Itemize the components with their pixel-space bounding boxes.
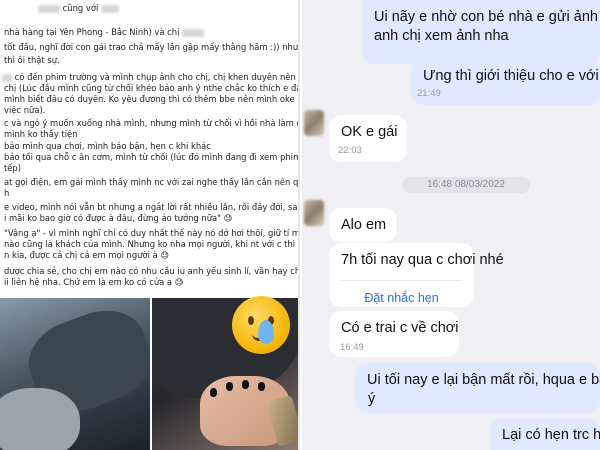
outgoing-message: Ui nãy e nhờ con bé nhà e gửi ảnh hộ, an…	[362, 0, 600, 64]
incoming-message: 7h tối nay qua c chơi nhé Đặt nhắc hẹn	[329, 243, 504, 308]
photo-fabric	[0, 388, 80, 450]
message-text: Có e trai c về chơi	[341, 320, 459, 336]
contact-avatar[interactable]	[304, 110, 324, 136]
post-line: có đến phim trường và mình chụp ảnh cho …	[2, 72, 300, 82]
post-line: việc nữa).	[4, 105, 46, 115]
message-text: Ui nãy e nhờ con bé nhà e gửi ảnh hộ,	[374, 9, 600, 25]
post-line: thì ôi thật sự.	[4, 55, 60, 65]
post-line: mình ko thấy tiện	[4, 129, 78, 139]
photo-nail	[226, 382, 233, 391]
redacted-name	[38, 4, 60, 13]
redacted-name	[182, 28, 205, 37]
post-line: c và ngỏ ý muốn xuống nhà mình, nhưng mì…	[4, 118, 300, 128]
message-text: ý	[368, 391, 376, 407]
teardrop-icon	[258, 320, 274, 344]
post-line: tốt đầu, nghĩ đời con gái trao chả mấy l…	[4, 42, 300, 52]
incoming-message: Alo em	[329, 208, 397, 242]
post-line: at gọi điện, em gái mình thấy mình nc vớ…	[4, 177, 300, 187]
message-text: OK e gái	[341, 124, 398, 140]
message-text: Lại có hẹn trc hih	[502, 427, 600, 443]
post-line: bảo mình qua chơi, mình báo bận, hẹn c k…	[4, 141, 211, 151]
crying-face-icon	[232, 296, 290, 354]
message-text: anh chị xem ảnh nha	[374, 28, 509, 44]
message-text: 7h tối nay qua c chơi nhé	[341, 252, 504, 268]
message-text: Ui tối nay e lại bận mất rồi, hqua e bảo…	[367, 372, 600, 388]
outgoing-message: Ui tối nay e lại bận mất rồi, hqua e bảo…	[355, 363, 600, 413]
date-separator: 16:48 08/03/2022	[402, 177, 530, 193]
redacted-name	[2, 73, 12, 82]
post-line: i mãi ko bao giờ có được à đâu, đừng ảo …	[4, 213, 232, 223]
emoji-eye	[248, 316, 254, 325]
chat-screenshot: Ui nãy e nhờ con bé nhà e gửi ảnh hộ, an…	[302, 0, 600, 450]
post-line: mình biết đâu có duyên. Ko yêu đương thì…	[4, 94, 298, 104]
post-line: cũng với	[38, 3, 119, 13]
message-text: Alo em	[341, 217, 387, 233]
post-line-text: có đến phim trường và mình chụp ảnh cho …	[14, 72, 300, 82]
post-line: dược chia sẻ, cho chị em nào có nhu cầu …	[4, 266, 300, 276]
social-post-screenshot: cũng với nhà hàng tại Yên Phong - Bắc Ni…	[0, 0, 300, 450]
message-timestamp: 21:49	[417, 88, 441, 99]
contact-avatar[interactable]	[304, 200, 324, 226]
message-text: Ưng thì giới thiệu cho e với nhe	[423, 68, 600, 84]
post-line: nhà hàng tại Yên Phong - Bắc Ninh) và ch…	[4, 27, 205, 37]
post-line-text: i mãi ko bao giờ có được à đâu, đừng ảo …	[4, 213, 233, 223]
post-line-text: nhà hàng tại Yên Phong - Bắc Ninh) và ch…	[4, 27, 180, 37]
post-line: e video, mình nói vẫn bt nhưng a ngắt lờ…	[4, 202, 300, 212]
post-line: bảo tối qua chỗ c ăn cơm, mình từ chối (…	[4, 152, 300, 162]
outgoing-message: Lại có hẹn trc hih	[490, 418, 600, 450]
post-line: n kia, được cả chị cả em mọi người à 😓	[4, 250, 170, 260]
post-line-text: cũng với	[62, 3, 99, 13]
post-line: chị (Lúc đầu mình cũng từ chối khéo bảo …	[4, 83, 300, 93]
photo-nail	[210, 388, 217, 397]
message-timestamp: 16:49	[340, 342, 364, 353]
post-line: ii liên hệ nha. Chứ em là em ko có cửa ạ…	[4, 277, 184, 287]
message-timestamp: 22:03	[338, 145, 362, 156]
post-line: h	[4, 188, 10, 198]
set-reminder-link[interactable]: Đặt nhắc hẹn	[341, 280, 462, 308]
post-line: tếp)	[4, 163, 22, 173]
post-line: "Vâng ạ" - vì mình nghĩ chỉ có duy nhất …	[4, 228, 300, 238]
photo-nail	[258, 382, 265, 391]
post-line: nào cũng là khách của mình. Nhưng ko nha…	[4, 239, 296, 249]
post-photo-1[interactable]	[0, 298, 150, 450]
redacted-name	[100, 4, 119, 13]
photo-nail	[242, 380, 249, 389]
